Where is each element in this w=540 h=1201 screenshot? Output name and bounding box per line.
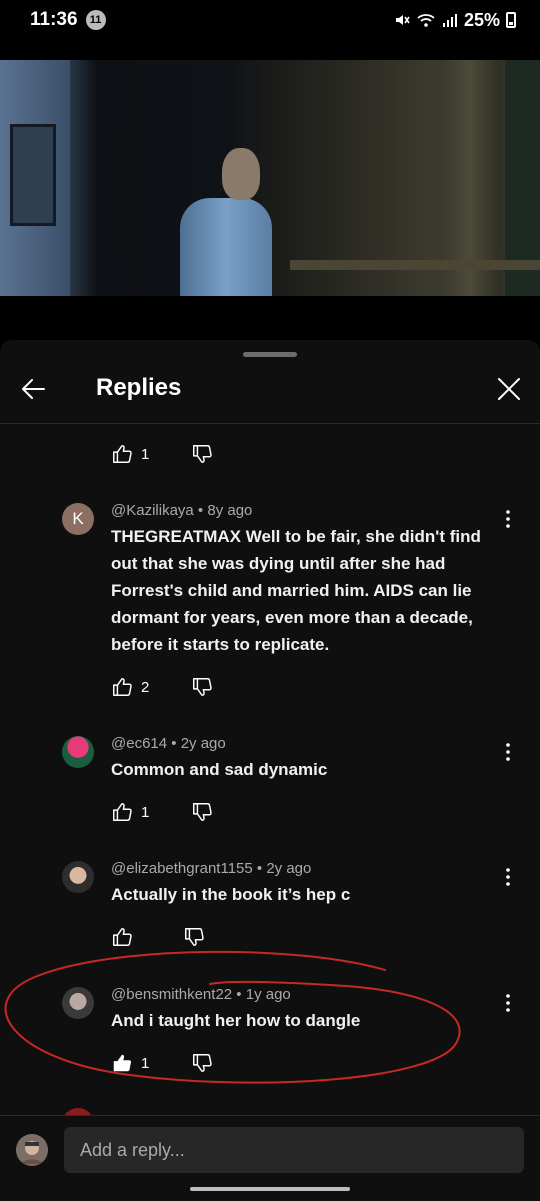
thumbs-up-icon bbox=[113, 678, 132, 696]
notification-count-badge: 11 bbox=[85, 10, 106, 30]
kebab-menu-icon bbox=[506, 994, 510, 1012]
kebab-menu-icon bbox=[506, 510, 510, 528]
reply-author[interactable]: @Kazilikaya bbox=[111, 502, 194, 519]
thumbs-down-icon bbox=[193, 803, 213, 821]
like-button[interactable]: 1 bbox=[111, 443, 149, 465]
reply-meta: @bensmithkent22 • 1y ago bbox=[111, 986, 291, 1003]
reply-text: THEGREATMAX Well to be fair, she didn't … bbox=[111, 527, 481, 654]
close-button[interactable] bbox=[494, 374, 524, 404]
dislike-button[interactable] bbox=[191, 801, 213, 823]
reply-meta: @ec614 • 2y ago bbox=[111, 735, 226, 752]
more-options-button[interactable] bbox=[500, 992, 516, 1014]
reply-text: Actually in the book it’s hep c bbox=[111, 885, 351, 904]
signal-icon bbox=[442, 14, 457, 27]
like-count: 1 bbox=[141, 445, 150, 463]
more-options-button[interactable] bbox=[500, 508, 516, 530]
thumbs-down-icon bbox=[185, 928, 204, 946]
my-avatar bbox=[16, 1134, 48, 1166]
reply-author[interactable]: @ec614 bbox=[111, 735, 167, 752]
reply-actions: 1 bbox=[111, 1052, 213, 1074]
dislike-button[interactable] bbox=[183, 926, 205, 948]
avatar[interactable] bbox=[62, 861, 94, 893]
user-avatar-icon bbox=[16, 1134, 48, 1166]
avatar[interactable]: K bbox=[62, 503, 94, 535]
mute-icon bbox=[395, 15, 410, 25]
reply-text: And i taught her how to dangle bbox=[111, 1011, 361, 1030]
thumbs-down-icon bbox=[193, 445, 213, 463]
reply-text: Common and sad dynamic bbox=[111, 760, 328, 779]
like-button[interactable] bbox=[111, 926, 141, 948]
more-options-button[interactable] bbox=[500, 866, 516, 888]
dislike-button[interactable] bbox=[191, 676, 213, 698]
reply-meta: @elizabethgrant1155 • 2y ago bbox=[111, 860, 312, 877]
like-button-liked[interactable]: 1 bbox=[111, 1052, 149, 1074]
sheet-header: Replies bbox=[0, 366, 540, 412]
back-arrow-icon bbox=[22, 379, 45, 399]
video-player[interactable] bbox=[0, 60, 540, 296]
like-count: 2 bbox=[141, 678, 150, 696]
back-button[interactable] bbox=[18, 374, 48, 404]
reply-time: 8y ago bbox=[207, 502, 253, 519]
video-scene-shelf bbox=[290, 260, 540, 270]
like-count: 1 bbox=[141, 803, 150, 821]
dislike-button[interactable] bbox=[191, 1052, 213, 1074]
reply-author[interactable]: @elizabethgrant1155 bbox=[111, 860, 253, 877]
kebab-menu-icon bbox=[506, 868, 510, 886]
avatar[interactable] bbox=[62, 987, 94, 1019]
battery-icon bbox=[506, 12, 516, 28]
reply-meta: @Kazilikaya • 8y ago bbox=[111, 502, 253, 519]
like-count: 1 bbox=[141, 1054, 150, 1072]
header-divider bbox=[0, 423, 540, 424]
wifi-icon bbox=[417, 14, 435, 27]
reply-actions: 2 bbox=[111, 676, 213, 698]
avatar[interactable] bbox=[62, 736, 94, 768]
thumbs-up-icon bbox=[113, 445, 132, 463]
reply-actions bbox=[111, 926, 205, 948]
reply-time: 2y ago bbox=[180, 735, 226, 752]
thumbs-down-icon bbox=[193, 1054, 213, 1072]
home-indicator[interactable] bbox=[190, 1187, 350, 1191]
sheet-title: Replies bbox=[96, 374, 182, 401]
drag-handle[interactable] bbox=[243, 352, 297, 357]
thumbs-up-filled-icon bbox=[113, 1054, 132, 1072]
video-scene-person-head bbox=[222, 148, 260, 200]
thumbs-up-icon bbox=[113, 928, 132, 946]
reply-author[interactable]: @bensmithkent22 bbox=[111, 986, 232, 1003]
parent-comment-actions: 1 bbox=[111, 443, 213, 465]
video-scene-frame bbox=[10, 124, 56, 226]
clock: 11:36 bbox=[30, 9, 78, 30]
video-scene-person bbox=[180, 198, 272, 296]
thumbs-up-icon bbox=[113, 803, 132, 821]
avatar-letter: K bbox=[72, 509, 84, 528]
kebab-menu-icon bbox=[506, 743, 510, 761]
battery-percent: 25% bbox=[463, 9, 500, 30]
thumbs-down-icon bbox=[193, 678, 213, 696]
close-icon bbox=[498, 378, 520, 400]
reply-time: 1y ago bbox=[245, 986, 291, 1003]
reply-time: 2y ago bbox=[266, 860, 312, 877]
like-button[interactable]: 1 bbox=[111, 801, 149, 823]
dislike-button[interactable] bbox=[191, 443, 213, 465]
like-button[interactable]: 2 bbox=[111, 676, 149, 698]
reply-actions: 1 bbox=[111, 801, 213, 823]
status-bar: 11:36 11 25% bbox=[0, 0, 540, 40]
more-options-button[interactable] bbox=[500, 741, 516, 763]
reply-input[interactable] bbox=[64, 1127, 524, 1173]
